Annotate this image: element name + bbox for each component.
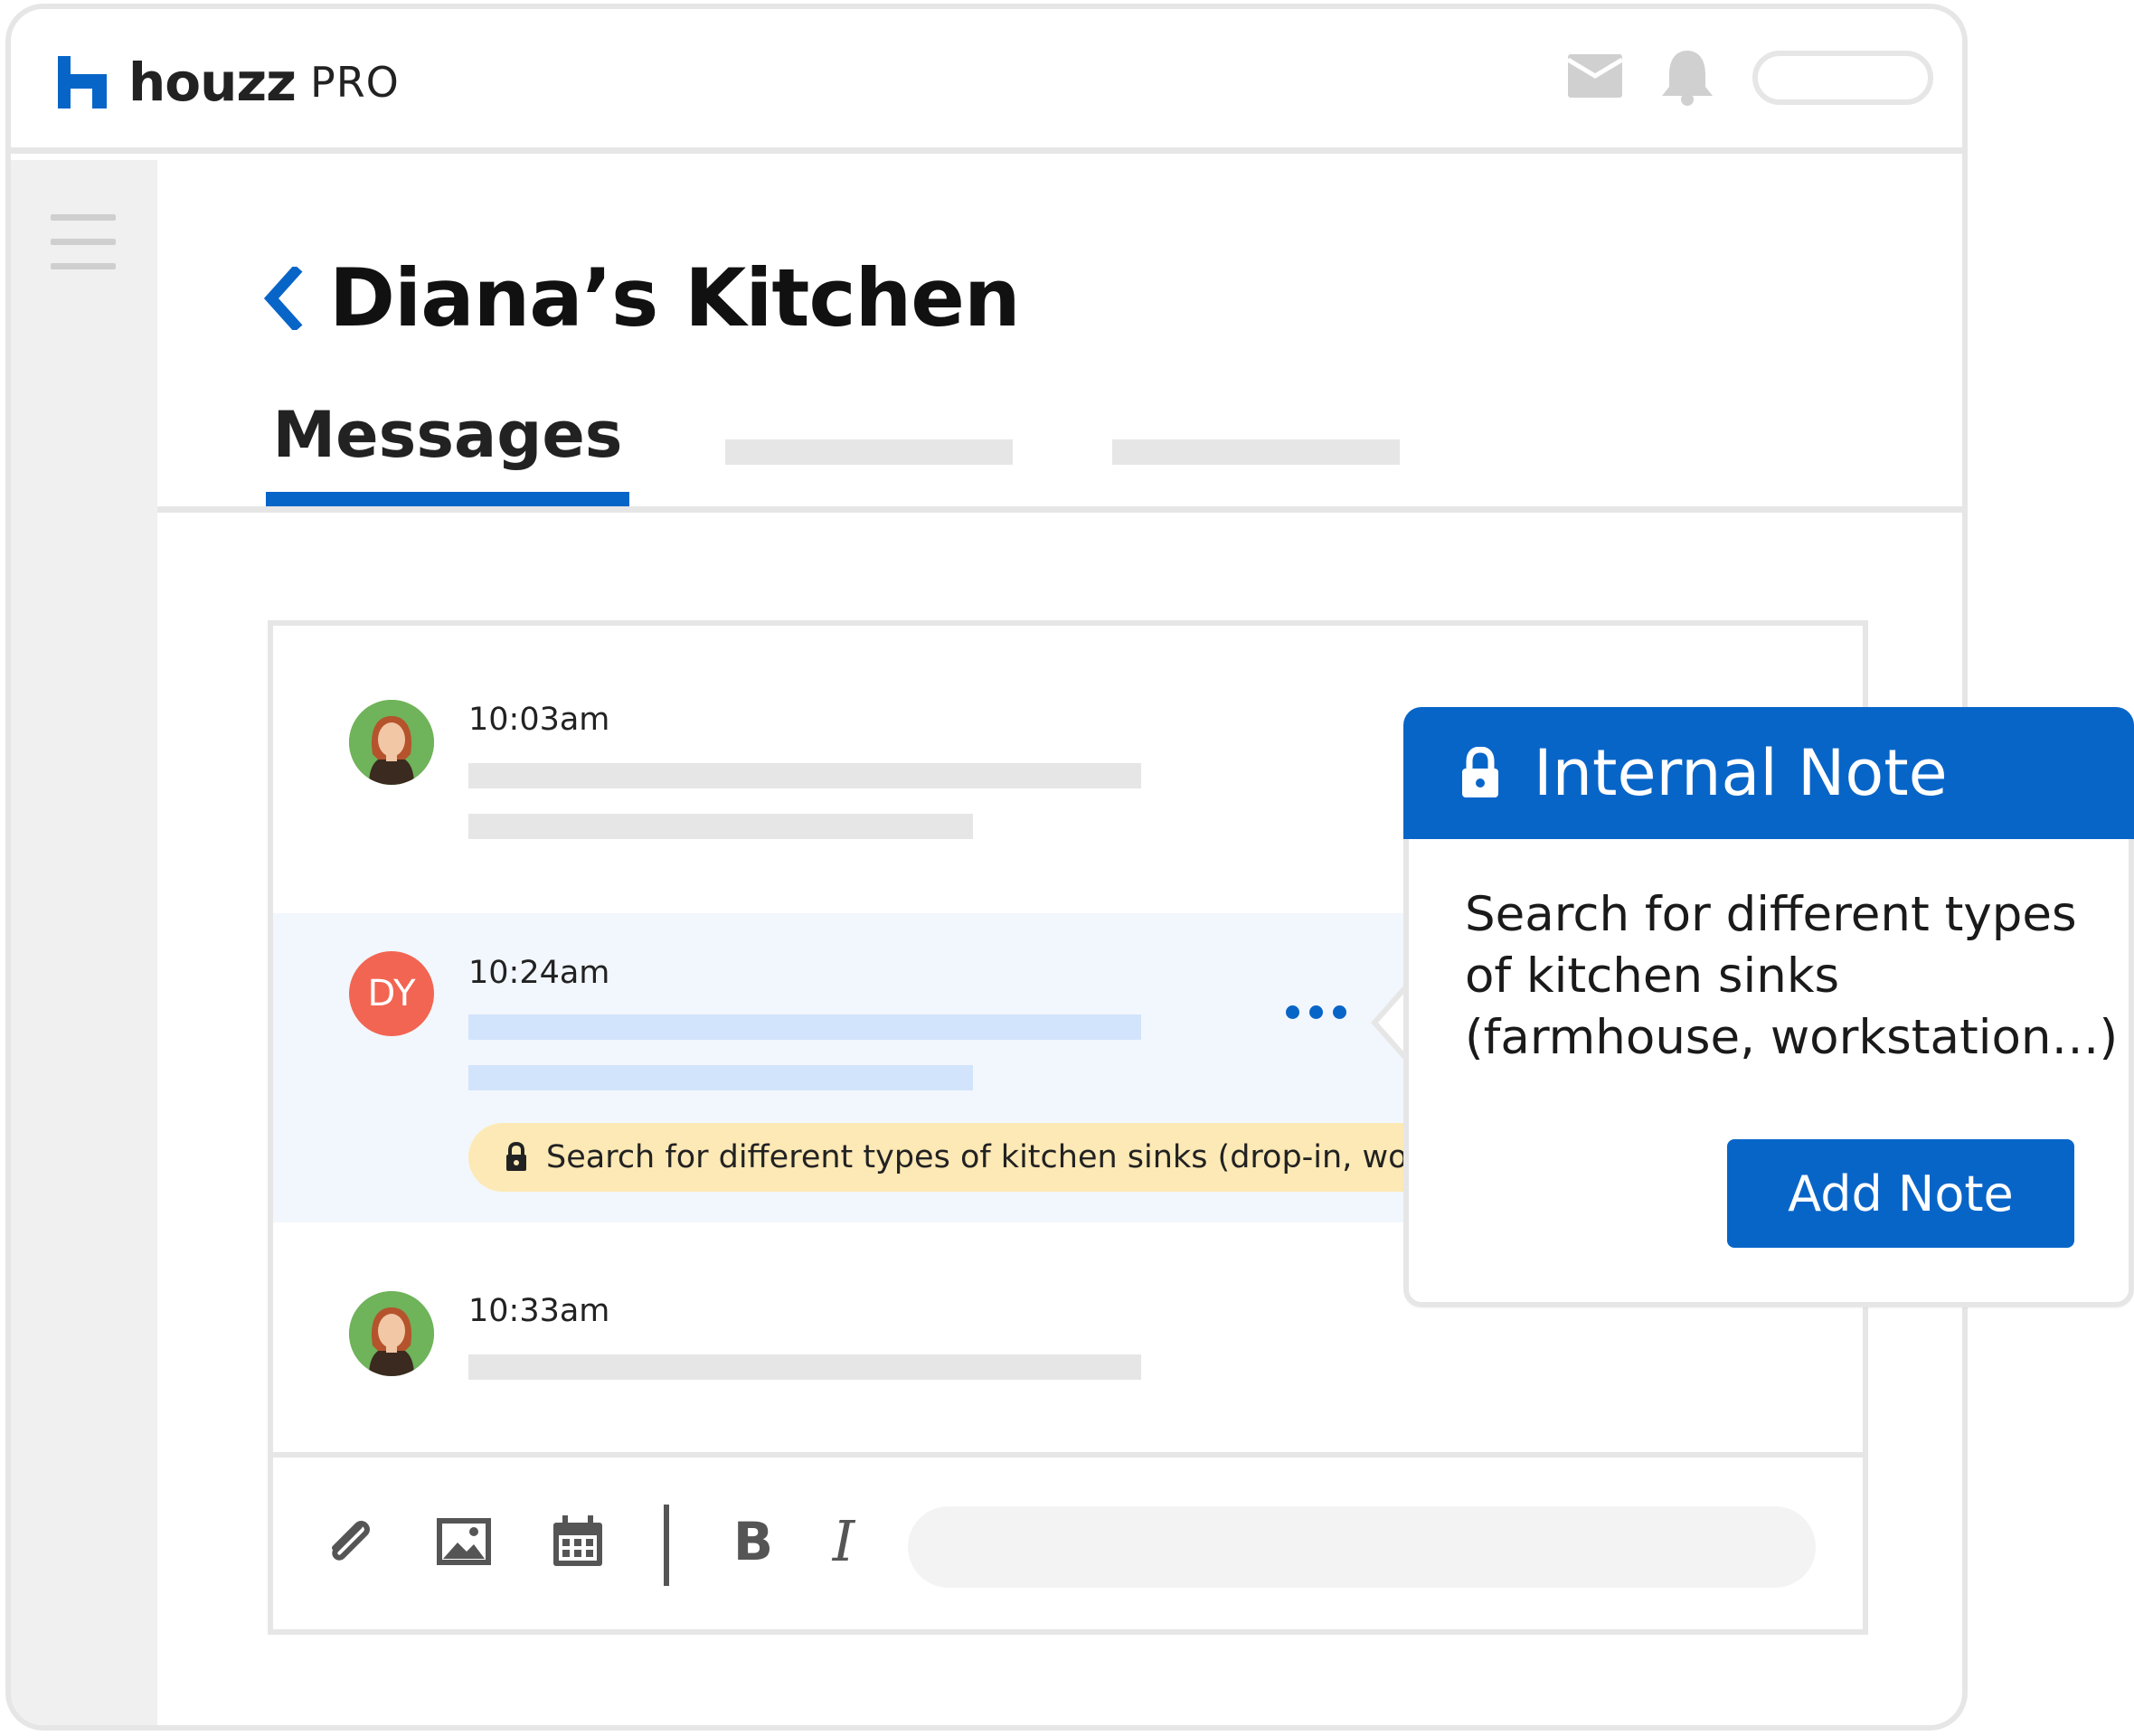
calendar-icon[interactable] <box>550 1514 606 1570</box>
italic-button[interactable]: I <box>816 1514 872 1570</box>
back-chevron-icon[interactable] <box>262 266 304 330</box>
search-input[interactable] <box>1752 51 1933 105</box>
person-photo-icon <box>349 700 434 785</box>
message-text-placeholder <box>468 763 1141 788</box>
popover-header: Internal Note <box>1403 707 2134 839</box>
add-note-button[interactable]: Add Note <box>1727 1139 2074 1248</box>
lock-icon <box>506 1142 526 1171</box>
message-time: 10:03am <box>468 702 610 738</box>
message-input[interactable] <box>908 1506 1816 1588</box>
message-text-placeholder <box>468 814 973 839</box>
lock-icon <box>1462 747 1498 797</box>
popover-title: Internal Note <box>1534 736 1948 810</box>
tabs-divider <box>157 506 1962 513</box>
bold-button[interactable]: B <box>725 1514 781 1570</box>
internal-note-text: Search for different types of kitchen si… <box>546 1139 1440 1175</box>
tab-placeholder[interactable] <box>725 439 1013 465</box>
client-avatar <box>349 1291 434 1376</box>
message-time: 10:33am <box>468 1293 610 1329</box>
message-text-placeholder <box>468 1065 973 1090</box>
menu-icon[interactable] <box>51 214 116 270</box>
message-text-placeholder <box>468 1014 1141 1040</box>
note-text[interactable]: Search for different types of kitchen si… <box>1465 884 2125 1069</box>
client-avatar <box>349 700 434 785</box>
person-photo-icon <box>349 1291 434 1376</box>
bell-icon[interactable] <box>1658 47 1716 107</box>
tab-messages[interactable]: Messages <box>266 391 629 512</box>
more-options-icon[interactable] <box>1286 1005 1358 1027</box>
houzz-logo-icon <box>58 56 107 108</box>
top-bar: houzz PRO <box>11 9 1962 154</box>
user-avatar: DY <box>349 951 434 1036</box>
houzz-pro-logo[interactable]: houzz PRO <box>58 51 400 114</box>
internal-note-popover: Internal Note Search for different types… <box>1403 707 2134 1307</box>
sidebar <box>11 160 157 1725</box>
image-icon[interactable] <box>436 1514 492 1570</box>
tab-placeholder[interactable] <box>1112 439 1400 465</box>
message-composer: B I <box>273 1452 1863 1629</box>
attachment-icon[interactable] <box>324 1514 380 1570</box>
toolbar-divider <box>664 1505 669 1586</box>
page-header: Diana’s Kitchen <box>262 251 1021 344</box>
message-text-placeholder <box>468 1354 1141 1380</box>
mail-icon[interactable] <box>1566 51 1624 101</box>
message-time: 10:24am <box>468 955 610 991</box>
brand-suffix: PRO <box>309 58 400 107</box>
page-title: Diana’s Kitchen <box>329 251 1021 344</box>
brand-name: houzz <box>128 52 297 113</box>
